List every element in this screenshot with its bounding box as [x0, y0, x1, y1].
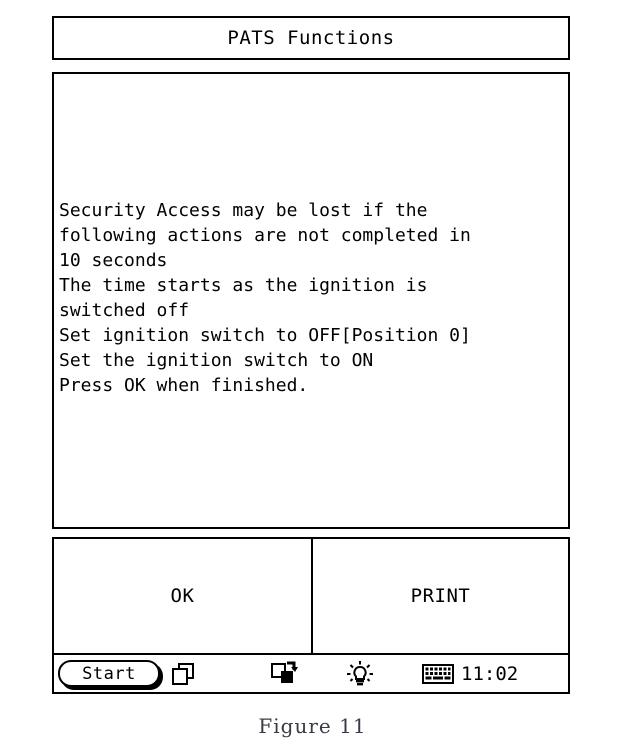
message-line: 10 seconds: [59, 250, 168, 271]
message-line: Press OK when finished.: [59, 375, 309, 396]
taskbar-clock: 11:02: [461, 662, 519, 685]
title-bar: PATS Functions: [52, 16, 570, 60]
taskbar: Start 11:02: [52, 655, 570, 694]
message-text-block: Security Access may be lost if the follo…: [59, 198, 567, 398]
ok-button[interactable]: OK: [54, 539, 313, 653]
message-line: following actions are not completed in: [59, 225, 471, 246]
page-title: PATS Functions: [227, 27, 395, 49]
start-button[interactable]: Start: [58, 660, 163, 690]
device-screen: PATS Functions Security Access may be lo…: [52, 16, 572, 694]
print-button[interactable]: PRINT: [313, 539, 568, 653]
message-line: The time starts as the ignition is: [59, 275, 428, 296]
message-line: Set the ignition switch to ON: [59, 350, 374, 371]
start-button-label: Start: [82, 663, 136, 684]
message-line: switched off: [59, 300, 190, 321]
brightness-icon[interactable]: [346, 660, 374, 688]
ok-button-label: OK: [170, 585, 195, 607]
cascade-windows-icon[interactable]: [170, 661, 196, 687]
message-line: Set ignition switch to OFF[Position 0]: [59, 325, 471, 346]
message-panel: Security Access may be lost if the follo…: [52, 72, 570, 529]
softkey-bar: OK PRINT: [52, 537, 570, 655]
message-line: Security Access may be lost if the: [59, 200, 428, 221]
start-button-face: Start: [58, 660, 160, 687]
figure-caption: Figure 11: [258, 714, 367, 738]
rotate-screen-icon[interactable]: [270, 661, 298, 687]
print-button-label: PRINT: [410, 585, 471, 607]
keyboard-icon[interactable]: [422, 663, 454, 684]
